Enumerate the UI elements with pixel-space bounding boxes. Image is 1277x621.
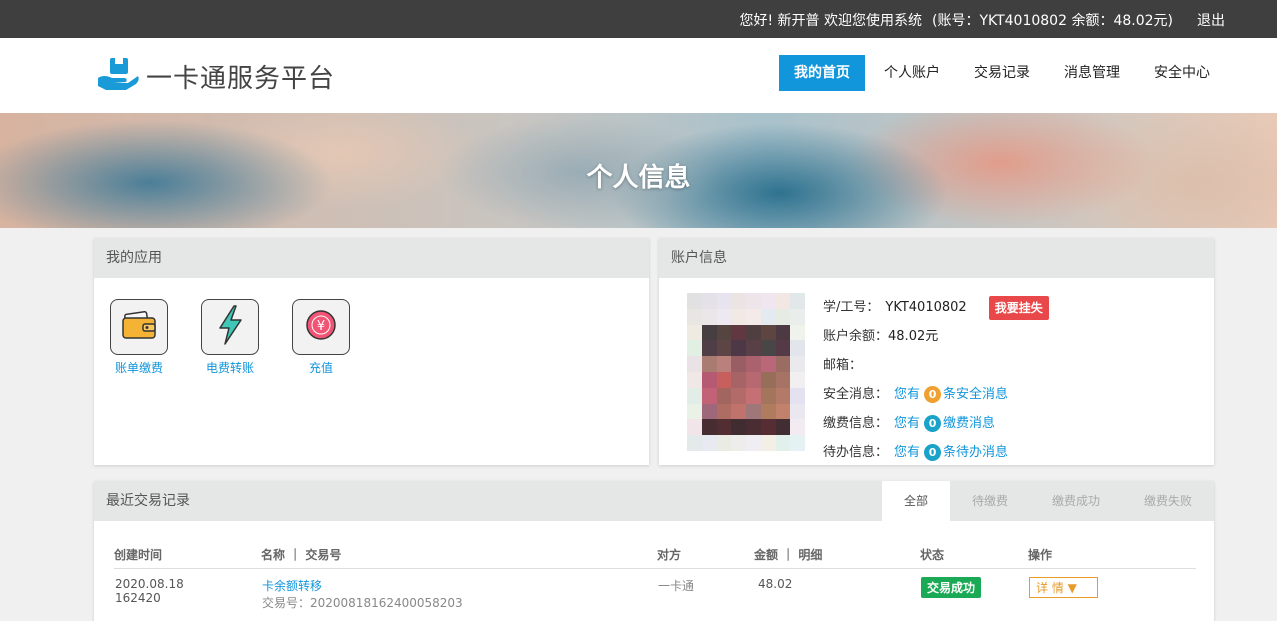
- app-label: 账单缴费: [114, 361, 163, 375]
- payment-count-badge: 0: [924, 414, 942, 432]
- col-created-time: 创建时间: [114, 541, 261, 569]
- greeting-text: 您好! 新开普 欢迎您使用系统: [739, 13, 922, 29]
- svg-text:¥: ¥: [317, 319, 325, 334]
- balance-label: 账户余额：: [823, 328, 889, 344]
- banner: 个人信息: [0, 113, 1277, 228]
- row-time: 162420: [115, 591, 161, 605]
- tab-pending[interactable]: 待缴费: [950, 481, 1030, 521]
- caret-down-icon: ▼: [1067, 581, 1077, 595]
- app-label: 电费转账: [205, 361, 254, 375]
- student-id-label: 学/工号：: [823, 299, 880, 315]
- email-label: 邮箱：: [823, 357, 863, 373]
- security-msg-label: 安全消息：: [823, 386, 889, 402]
- balance-value: 48.02元: [888, 328, 939, 344]
- payment-msg-link[interactable]: 您有 0 缴费消息: [894, 414, 995, 434]
- col-amount-detail: 金额 ｜ 明细: [754, 541, 920, 569]
- lightning-icon: [215, 305, 245, 349]
- logo-text: 一卡通服务平台: [146, 63, 336, 94]
- todo-count-badge: 0: [924, 443, 942, 461]
- recent-transactions-panel: 最近交易记录 全部 待缴费 缴费成功 缴费失败 创建时间 名称 ｜ 交易号 对方…: [94, 481, 1214, 621]
- account-info-panel: 账户信息 学/工号： YKT4010802 我要挂失 账户余额： 48.02元 …: [659, 238, 1214, 465]
- app-label: 充值: [308, 361, 333, 375]
- avatar: [687, 293, 805, 451]
- hand-card-icon: [96, 56, 140, 96]
- tab-all[interactable]: 全部: [881, 481, 950, 521]
- tab-failed[interactable]: 缴费失败: [1122, 481, 1214, 521]
- my-apps-panel: 我的应用 账单缴费 电费转账 ¥ 充值: [94, 238, 649, 465]
- main-nav: 我的首页 个人账户 交易记录 消息管理 安全中心: [775, 55, 1225, 91]
- logo[interactable]: 一卡通服务平台: [96, 56, 335, 96]
- table-row: 2020.08.18 162420 卡余额转移交易号：20200818162400…: [114, 569, 1196, 613]
- nav-security[interactable]: 安全中心: [1139, 55, 1225, 91]
- student-id-row: 学/工号： YKT4010802 我要挂失: [823, 293, 1049, 322]
- todo-msg-link[interactable]: 您有 0 条待办消息: [894, 443, 1008, 463]
- logout-link[interactable]: 退出: [1197, 10, 1225, 30]
- detail-dropdown-button[interactable]: 详 情 ▼: [1029, 577, 1098, 598]
- account-info-title: 账户信息: [659, 238, 1214, 278]
- top-bar: 您好! 新开普 欢迎您使用系统 (账号：YKT4010802 余额：48.02元…: [0, 0, 1277, 38]
- row-amount: 48.02: [758, 577, 793, 591]
- yuan-icon: ¥: [304, 308, 338, 346]
- banner-title: 个人信息: [586, 163, 691, 193]
- nav-home[interactable]: 我的首页: [779, 55, 865, 91]
- report-loss-button[interactable]: 我要挂失: [988, 295, 1049, 320]
- nav-personal-account[interactable]: 个人账户: [869, 55, 955, 91]
- col-status: 状态: [920, 541, 1028, 569]
- account-summary: (账号：YKT4010802 余额：48.02元): [931, 13, 1173, 29]
- todo-msg-row: 待办信息： 您有 0 条待办消息: [823, 438, 1049, 467]
- balance-row: 账户余额： 48.02元: [823, 322, 1049, 351]
- app-recharge[interactable]: ¥ 充值: [292, 299, 350, 376]
- col-action: 操作: [1028, 541, 1196, 569]
- col-counterpart: 对方: [657, 541, 754, 569]
- app-bill-payment[interactable]: 账单缴费: [110, 299, 168, 376]
- row-trade-no: 交易号：20200818162400058203: [262, 596, 463, 610]
- payment-msg-row: 缴费信息： 您有 0 缴费消息: [823, 409, 1049, 438]
- col-name-tradeno: 名称 ｜ 交易号: [261, 541, 657, 569]
- payment-msg-label: 缴费信息：: [823, 415, 889, 431]
- row-date: 2020.08.18: [115, 577, 184, 591]
- row-counterpart: 一卡通: [658, 579, 695, 593]
- security-msg-link[interactable]: 您有 0 条安全消息: [894, 385, 1008, 405]
- app-electricity-transfer[interactable]: 电费转账: [201, 299, 259, 376]
- student-id-value: YKT4010802: [885, 299, 967, 315]
- tab-paid[interactable]: 缴费成功: [1030, 481, 1122, 521]
- header: 一卡通服务平台 我的首页 个人账户 交易记录 消息管理 安全中心: [0, 38, 1277, 113]
- transaction-tabs: 全部 待缴费 缴费成功 缴费失败: [881, 481, 1214, 521]
- security-count-badge: 0: [924, 385, 942, 403]
- security-msg-row: 安全消息： 您有 0 条安全消息: [823, 380, 1049, 409]
- wallet-icon: [121, 310, 157, 344]
- transactions-table: 创建时间 名称 ｜ 交易号 对方 金额 ｜ 明细 状态 操作 2020.08.1…: [114, 541, 1196, 612]
- status-badge: 交易成功: [921, 577, 982, 598]
- todo-msg-label: 待办信息：: [823, 444, 889, 460]
- row-name-link[interactable]: 卡余额转移: [262, 577, 656, 594]
- email-row: 邮箱：: [823, 351, 1049, 380]
- nav-transactions[interactable]: 交易记录: [959, 55, 1045, 91]
- nav-messages[interactable]: 消息管理: [1049, 55, 1135, 91]
- my-apps-title: 我的应用: [94, 238, 649, 278]
